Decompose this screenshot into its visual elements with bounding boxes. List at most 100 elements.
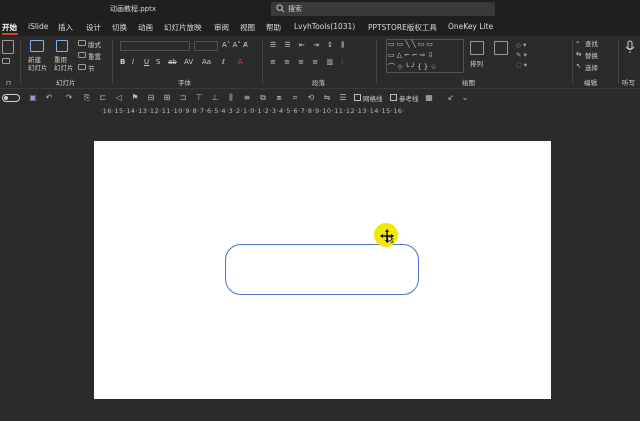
distribute-v-icon[interactable]: ≡: [242, 93, 252, 103]
ungroup-icon[interactable]: ⧈: [274, 93, 284, 103]
font-size-box[interactable]: [194, 41, 218, 51]
group-icon[interactable]: ⧉: [258, 93, 268, 103]
shape-outline-button[interactable]: ✎ ▾: [516, 51, 527, 59]
gridlines-checkbox[interactable]: [354, 94, 361, 101]
strikethrough-button[interactable]: ab: [168, 58, 177, 66]
align-middle-icon[interactable]: ⊥: [210, 93, 220, 103]
layers-icon[interactable]: ☰: [338, 93, 348, 103]
save-icon[interactable]: ▣: [28, 93, 38, 103]
voice-group-label: 听写: [622, 79, 635, 87]
tab-lvyhtools[interactable]: LvyhTools(1031): [294, 22, 355, 31]
font-name-box[interactable]: [120, 41, 190, 51]
reset-button[interactable]: 重置: [88, 51, 101, 61]
separator: [376, 40, 377, 84]
editing-group-label: 编辑: [584, 79, 597, 87]
horizontal-ruler: ·16·15·14·13·12·11·10·9·8·7·6·5·4·3·2·1·…: [0, 106, 640, 118]
redo-icon[interactable]: ↷: [64, 93, 74, 103]
new-slide-button[interactable]: 新建 幻灯片: [28, 56, 48, 72]
guides-label: 参考线: [399, 95, 419, 103]
align-center-icon[interactable]: ⊞: [162, 93, 172, 103]
search-box[interactable]: 搜索: [271, 2, 495, 16]
format-painter-icon[interactable]: ⎘: [82, 93, 92, 103]
slide-canvas-area: [0, 118, 640, 421]
tab-view[interactable]: 视图: [240, 22, 255, 33]
paste-icon[interactable]: [2, 40, 14, 54]
underline-button[interactable]: U: [144, 58, 149, 66]
tab-islide[interactable]: iSlide: [28, 22, 48, 31]
replace-icon: ⇆: [576, 50, 582, 58]
tab-review[interactable]: 审阅: [214, 22, 229, 33]
rotate-icon[interactable]: ⟲: [306, 93, 316, 103]
find-button[interactable]: 查找: [585, 38, 598, 48]
flip-icon[interactable]: ⇋: [322, 93, 332, 103]
reuse-slide-icon[interactable]: [56, 40, 68, 52]
slide[interactable]: [94, 141, 551, 399]
reset-icon: [78, 52, 86, 58]
undo-icon[interactable]: ↶: [44, 93, 54, 103]
font-group: A˄ A˅ A̸ B I U S ab AV Aa ℓ A 字体: [114, 36, 260, 88]
layout-button[interactable]: 版式: [88, 39, 101, 49]
shape-row-1[interactable]: ▭▭╲╲▭▭: [388, 40, 435, 48]
case-button[interactable]: Aa: [202, 58, 211, 66]
shape-fill-button[interactable]: ◇ ▾: [516, 41, 526, 49]
list-buttons[interactable]: ☰ ☰ ⇤ ⇥ ↕ ⫼: [270, 41, 348, 50]
shape-effects-button[interactable]: ◌ ▾: [516, 61, 527, 69]
crop-icon[interactable]: ⌗: [290, 93, 300, 103]
clipboard-launcher[interactable]: ⊓: [6, 79, 11, 87]
ruler-ticks: ·16·15·14·13·12·11·10·9·8·7·6·5·4·3·2·1·…: [100, 107, 406, 115]
tab-design[interactable]: 设计: [86, 22, 101, 33]
tab-home[interactable]: 开始: [2, 22, 17, 33]
font-color-button[interactable]: A: [238, 58, 243, 66]
clipboard-icon[interactable]: [2, 58, 10, 64]
tab-insert[interactable]: 插入: [58, 22, 73, 33]
tab-transitions[interactable]: 切换: [112, 22, 127, 33]
separator: [20, 40, 21, 84]
align-buttons[interactable]: ≡ ≡ ≡ ≡ ▥ ⫶: [270, 58, 346, 67]
distribute-icon[interactable]: ⊟: [146, 93, 156, 103]
move-cursor-icon: [380, 229, 394, 243]
spacing-button[interactable]: AV: [184, 58, 193, 66]
microphone-icon[interactable]: [625, 40, 635, 54]
select-button[interactable]: 选择: [585, 62, 598, 72]
shape-row-3[interactable]: ⌒⊹╰╯{}☆: [388, 62, 438, 72]
slides-group-label: 幻灯片: [56, 79, 76, 87]
reuse-slide-button[interactable]: 重用 幻灯片: [54, 56, 74, 72]
align-left-icon[interactable]: ⊏: [98, 93, 108, 103]
voice-group: 听写: [620, 36, 640, 88]
quick-styles-icon[interactable]: [494, 41, 508, 55]
drawing-group: ▭▭╲╲▭▭ ▭△⌐⌐⇨⇩ ⌒⊹╰╯{}☆ 排列 ◇ ▾ ✎ ▾ ◌ ▾ 绘图: [380, 36, 570, 88]
replace-button[interactable]: 替换: [585, 50, 598, 60]
document-title: 动画教程.pptx: [110, 5, 156, 13]
arrange-button[interactable]: 排列: [470, 58, 483, 68]
separator: [572, 40, 573, 84]
highlight-button[interactable]: ℓ: [222, 58, 225, 66]
triangle-icon[interactable]: ◁: [114, 93, 124, 103]
rounded-rectangle-shape[interactable]: [225, 244, 419, 295]
ribbon: ⊓ 新建 幻灯片 重用 幻灯片 版式 重置 节 幻灯片 A˄ A˅ A̸ B I…: [0, 36, 640, 88]
align-right-icon[interactable]: ⊐: [178, 93, 188, 103]
flag-icon[interactable]: ⚑: [130, 93, 140, 103]
tab-animations[interactable]: 动画: [138, 22, 153, 33]
bold-button[interactable]: B: [120, 58, 125, 66]
tab-help[interactable]: 帮助: [266, 22, 281, 33]
shape-row-2[interactable]: ▭△⌐⌐⇨⇩: [388, 51, 435, 59]
toggle-icon[interactable]: [2, 94, 20, 102]
tab-onekey[interactable]: OneKey Lite: [448, 22, 493, 31]
tab-slideshow[interactable]: 幻灯片放映: [164, 22, 202, 33]
tab-pptstore[interactable]: PPTSTORE版权工具: [368, 22, 437, 33]
pointer-icon[interactable]: ↙: [446, 93, 456, 103]
italic-button[interactable]: I: [132, 58, 134, 66]
new-slide-icon[interactable]: [30, 40, 44, 52]
ruler-icon[interactable]: ▦: [424, 93, 434, 103]
more-icon[interactable]: ⌄: [460, 93, 470, 103]
section-button[interactable]: 节: [88, 63, 95, 73]
arrange-icon[interactable]: [470, 41, 484, 55]
separator: [262, 40, 263, 84]
font-size-buttons[interactable]: A˄ A˅ A̸: [222, 41, 248, 49]
shadow-button[interactable]: S: [156, 58, 160, 66]
align-top-icon[interactable]: ⊤: [194, 93, 204, 103]
paragraph-group-label: 段落: [312, 79, 325, 87]
distribute-h-icon[interactable]: ⫼: [226, 93, 236, 103]
guides-checkbox[interactable]: [390, 94, 397, 101]
section-icon: [78, 64, 86, 70]
